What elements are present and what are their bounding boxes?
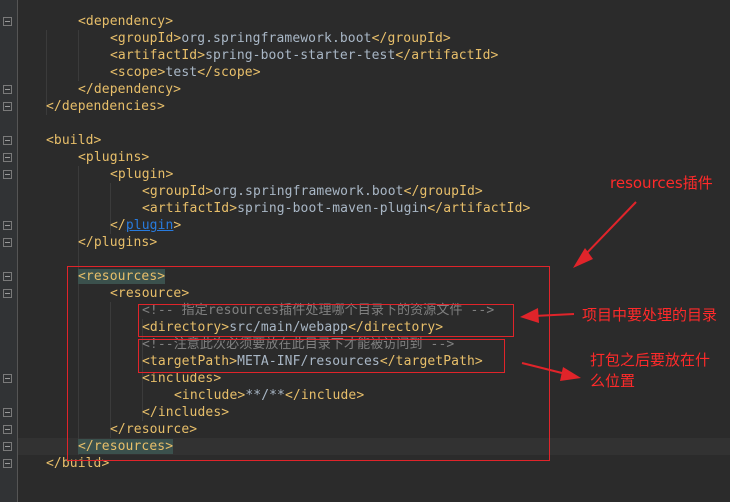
annotation-target-path-line2: 么位置 (590, 372, 636, 390)
annotation-arrows (520, 201, 637, 381)
arrow-target-path (521, 362, 581, 381)
annotation-target-path-line1: 打包之后要放在什 (590, 351, 711, 369)
annotation-directory: 项目中要处理的目录 (582, 306, 718, 324)
arrow-resources (573, 201, 637, 268)
arrow-directory (520, 308, 575, 323)
annotation-resources-plugin: resources插件 (610, 174, 713, 192)
